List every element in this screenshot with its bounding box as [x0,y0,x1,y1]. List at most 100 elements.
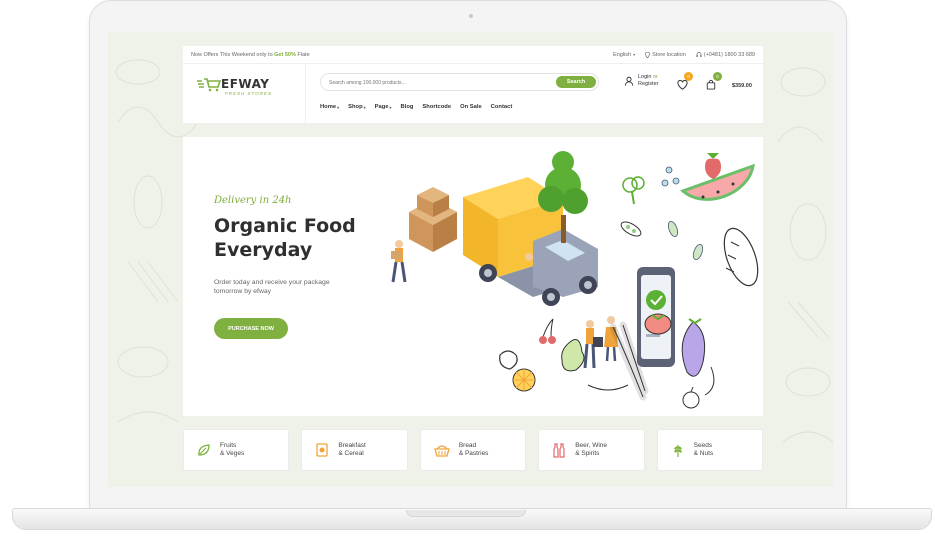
category-breakfast-cereal[interactable]: Breakfast & Cereal [301,429,408,471]
header: EFWAY FRESH STORES Search Home▾ Shop▾ Pa… [183,64,763,124]
wheat-icon [673,445,682,457]
chevron-down-icon: ▾ [337,104,340,110]
cart-total: $359.00 [732,83,752,89]
camera-icon [469,14,473,18]
account-link[interactable]: Login or Register [624,74,658,88]
cart-icon-wrap: 0 [706,72,722,95]
store-location-link[interactable]: Store location [645,51,686,58]
broccoli-icon [622,176,645,205]
laptop-screen: Now Offers This Weekend only to Get 50% … [108,32,834,487]
category-fruits-veges[interactable]: Fruits & Veges [183,429,290,471]
account-label: Login or Register [638,74,658,88]
heart-icon [677,79,688,90]
offer-suffix: Flate [295,51,310,58]
pear-icon [561,339,585,372]
location-pin-icon [645,51,650,58]
cart-button[interactable]: 0 $359.00 [706,72,752,95]
search-input[interactable] [329,77,549,88]
offer-highlight: Get 50% [274,51,296,58]
nav-label: Contact [490,104,513,110]
nav-item-contact[interactable]: Contact [491,104,513,110]
category-beer-wine-spirits[interactable]: Beer, Wine & Spirits [538,429,645,471]
topbar-right: English ▾ Store location (+0481) 1800 33… [613,51,755,58]
nav-item-on-sale[interactable]: On Sale [460,104,482,110]
search-box: Search [320,73,599,91]
hero-description-line1: Order today and receive your package [214,279,330,286]
headset-icon [696,51,702,57]
bottles-icon [553,443,565,458]
bread-basket-icon [433,445,450,457]
orange-slice-icon [512,368,536,392]
category-label: Breakfast & Cereal [338,442,394,459]
tomato-icon [644,313,672,335]
category-line1: Bread [458,441,477,449]
or-label: or [653,74,658,80]
chevron-down-icon: ▾ [633,52,636,57]
nav-item-shop[interactable]: Shop ▾ [348,104,366,110]
chevron-down-icon: ▾ [389,104,392,110]
strawberry-icon [705,153,721,179]
cart-logo-icon [197,78,221,92]
leaves-icon [667,220,704,261]
category-line2: & Cereal [338,450,364,457]
category-label: Seeds & Nuts [694,442,750,459]
category-line1: Fruits [220,441,237,449]
category-line1: Beer, Wine [575,441,608,449]
category-list: Fruits & Veges Breakfast & Cereal Bread … [183,429,764,471]
nav-item-shortcode[interactable]: Shortcode [422,104,451,110]
cart-count-badge: 0 [713,72,722,81]
nav-label: Shop [348,104,363,110]
category-label: Beer, Wine & Spirits [575,442,631,459]
cereal-box-icon [316,443,329,457]
wishlist-count-badge: 0 [684,72,693,81]
nav-label: Home [320,104,337,110]
search-button[interactable]: Search [556,76,596,88]
logo[interactable]: EFWAY FRESH STORES [197,77,281,99]
nav-label: Page [374,104,389,110]
eggplant-icon [681,318,706,377]
nav-label: Blog [400,104,414,110]
purchase-now-button[interactable]: PURCHASE NOW [214,318,288,339]
boxes-stack-icon [409,187,457,252]
nav-item-page[interactable]: Page ▾ [375,104,392,110]
phone-link[interactable]: (+0481) 1800 33 689 [696,52,755,58]
category-line1: Seeds [693,441,713,449]
wishlist-button[interactable]: 0 [677,72,693,95]
shopping-bag-icon [706,79,716,90]
hero-tagline: Delivery in 24h [214,195,292,206]
hero-banner: Delivery in 24h Organic Food Everyday Or… [183,137,763,416]
category-bread-pastries[interactable]: Bread & Pastries [419,429,527,471]
nav-label: Shortcode [422,104,452,110]
category-label: Bread & Pastries [459,442,515,459]
login-label: Login [638,74,652,80]
bread-icon [723,227,759,287]
cherries-icon [539,318,556,344]
category-seeds-nuts[interactable]: Seeds & Nuts [656,429,764,471]
website: Now Offers This Weekend only to Get 50% … [183,46,764,486]
topbar: Now Offers This Weekend only to Get 50% … [183,46,763,64]
apple-icon [682,386,700,409]
language-label: English [613,51,632,58]
nav-item-home[interactable]: Home ▾ [320,104,339,110]
blueberries-icon [661,166,680,187]
category-line2: & Veges [220,450,245,457]
offer-text: Now Offers This Weekend only to Get 50% … [191,52,310,58]
delivery-illustration [391,151,759,409]
header-divider [305,64,306,124]
chevron-down-icon: ▾ [363,104,366,110]
delivery-worker-icon [391,240,407,283]
category-label: Fruits & Veges [220,442,276,459]
hero-description-line2: tomorrow by efway [214,288,272,295]
store-location-label: Store location [652,51,686,58]
phone-number: (+0481) 1800 33 689 [703,51,755,58]
leaf-icon [198,444,210,456]
register-label: Register [638,81,659,87]
nav-item-blog[interactable]: Blog [401,104,414,110]
main-nav: Home ▾ Shop ▾ Page ▾ Blog Shortcode On Sale… [320,104,512,110]
category-line2: & Pastries [458,450,489,457]
nav-label: On Sale [460,104,482,110]
category-line2: & Nuts [693,450,714,457]
language-select[interactable]: English ▾ [613,52,635,58]
hero-description: Order today and receive your package tom… [214,278,374,296]
category-line1: Breakfast [338,441,366,449]
